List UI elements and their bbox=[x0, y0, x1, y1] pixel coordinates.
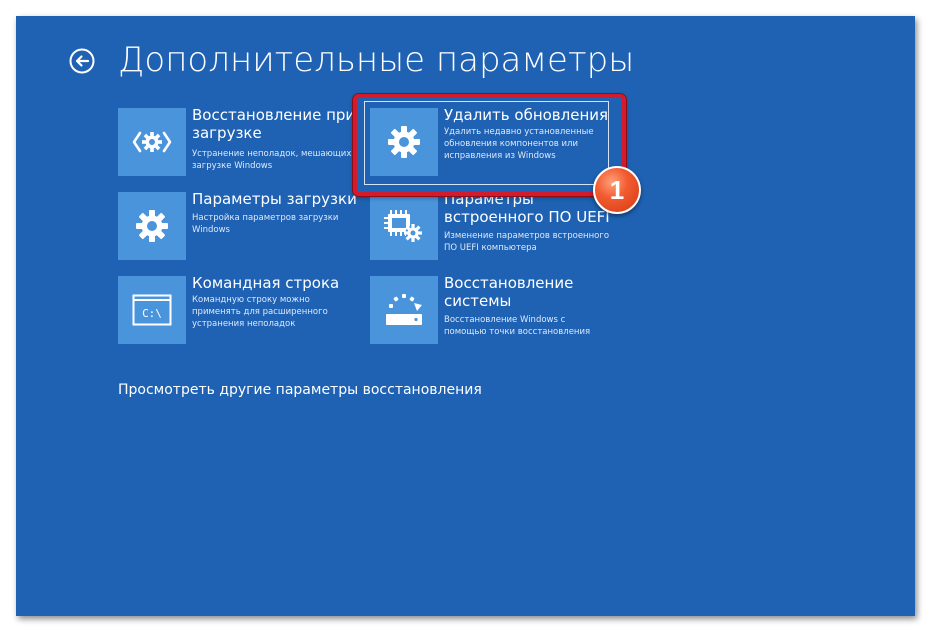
tile-description: Восстановление Windows с помощью точки в… bbox=[444, 315, 591, 337]
command-prompt-glyph: C:\ bbox=[142, 307, 162, 320]
highlight-frame bbox=[353, 94, 626, 196]
tile-title: Восстановление при загрузке bbox=[192, 106, 356, 142]
chip-gear-icon bbox=[370, 192, 438, 260]
startup-repair-tile[interactable]: Восстановление при загрузке Устранение н… bbox=[118, 106, 363, 176]
gear-icon bbox=[118, 192, 186, 260]
more-recovery-options-link[interactable]: Просмотреть другие параметры восстановле… bbox=[118, 382, 482, 398]
recovery-screen: Дополнительные параметры Восстановление … bbox=[16, 16, 915, 616]
tile-description: Устранение неполадок, мешающих загрузке … bbox=[192, 149, 352, 171]
step-badge: 1 bbox=[593, 166, 641, 214]
page-title: Дополнительные параметры bbox=[118, 40, 635, 80]
system-restore-tile[interactable]: Восстановление системы Восстановление Wi… bbox=[370, 274, 615, 344]
tile-title: Параметры загрузки bbox=[192, 190, 357, 208]
back-arrow-icon bbox=[69, 48, 95, 74]
tile-title: Восстановление системы bbox=[444, 274, 574, 310]
back-button[interactable] bbox=[69, 48, 95, 74]
tile-description: Командную строку можно применять для рас… bbox=[192, 295, 328, 329]
tile-description: Изменение параметров встроенного ПО UEFI… bbox=[444, 231, 610, 253]
startup-repair-icon bbox=[118, 108, 186, 176]
command-prompt-icon: C:\ bbox=[118, 276, 186, 344]
command-prompt-tile[interactable]: C:\ Командная строка Командную строку мо… bbox=[118, 274, 363, 344]
tile-description: Настройка параметров загрузки Windows bbox=[192, 213, 339, 235]
system-restore-icon bbox=[370, 276, 438, 344]
startup-settings-tile[interactable]: Параметры загрузки Настройка параметров … bbox=[118, 190, 363, 260]
tile-title: Командная строка bbox=[192, 274, 340, 292]
uefi-firmware-tile[interactable]: Параметры встроенного ПО UEFI Изменение … bbox=[370, 190, 615, 260]
